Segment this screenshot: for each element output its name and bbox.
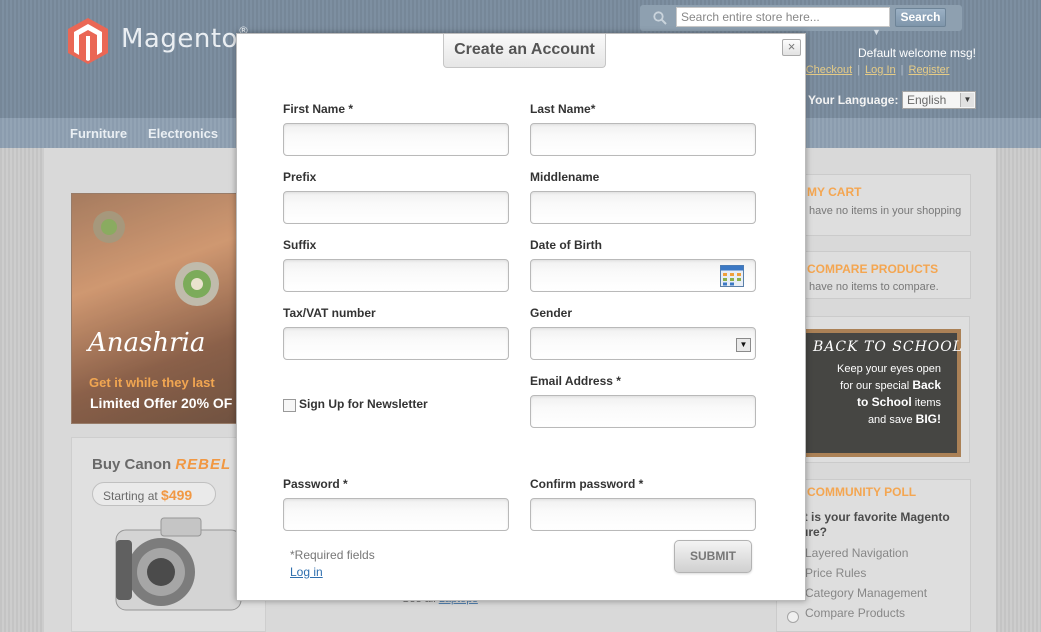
prefix-label: Prefix	[283, 170, 317, 184]
create-account-modal: Create an Account × First Name * Last Na…	[236, 33, 806, 601]
suffix-field[interactable]	[283, 259, 509, 292]
last-name-field[interactable]	[530, 123, 756, 156]
required-fields-note: *Required fields	[290, 548, 375, 562]
password-label: Password *	[283, 477, 348, 491]
confirm-password-label: Confirm password *	[530, 477, 644, 491]
tax-label: Tax/VAT number	[283, 306, 376, 320]
first-name-field[interactable]	[283, 123, 509, 156]
suffix-label: Suffix	[283, 238, 317, 252]
middlename-field[interactable]	[530, 191, 756, 224]
email-label: Email Address *	[530, 374, 621, 388]
dob-field[interactable]	[530, 259, 756, 292]
newsletter-checkbox[interactable]	[283, 399, 296, 412]
calendar-icon[interactable]	[720, 265, 744, 287]
submit-button[interactable]: SUBMIT	[674, 540, 752, 573]
middlename-label: Middlename	[530, 170, 600, 184]
confirm-password-field[interactable]	[530, 498, 756, 531]
dob-label: Date of Birth	[530, 238, 602, 252]
modal-title: Create an Account	[443, 34, 606, 68]
close-icon[interactable]: ×	[782, 39, 801, 56]
tax-field[interactable]	[283, 327, 509, 360]
gender-select[interactable]: ▼	[530, 327, 756, 360]
password-field[interactable]	[283, 498, 509, 531]
login-link[interactable]: Log in	[290, 565, 323, 579]
newsletter-label[interactable]: Sign Up for Newsletter	[299, 397, 428, 411]
email-field[interactable]	[530, 395, 756, 428]
chevron-down-icon: ▼	[736, 338, 751, 352]
last-name-label: Last Name*	[530, 102, 596, 116]
gender-label: Gender	[530, 306, 573, 320]
prefix-field[interactable]	[283, 191, 509, 224]
first-name-label: First Name *	[283, 102, 354, 116]
